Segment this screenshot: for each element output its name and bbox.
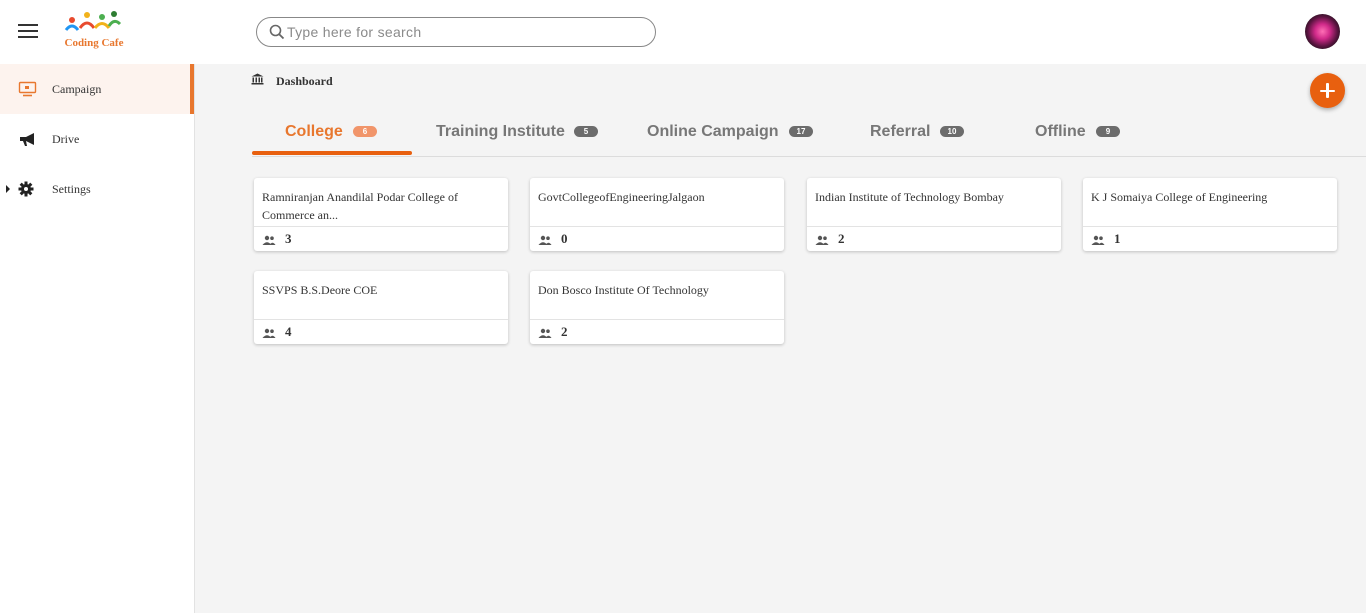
divider — [1083, 226, 1337, 227]
member-count: 4 — [285, 324, 292, 339]
count-badge: 10 — [940, 126, 964, 137]
member-count: 1 — [1114, 231, 1121, 246]
divider — [254, 226, 508, 227]
tab-label: Referral — [870, 123, 931, 140]
caret-right-icon[interactable] — [6, 185, 10, 193]
college-name: GovtCollegeofEngineeringJalgaon — [538, 190, 705, 204]
tab-label: College — [285, 123, 343, 140]
college-name: Indian Institute of Technology Bombay — [815, 190, 1004, 204]
logo-text: Coding Cafe — [64, 37, 124, 49]
college-name: SSVPS B.S.Deore COE — [262, 283, 378, 297]
college-card[interactable]: GovtCollegeofEngineeringJalgaon 0 — [530, 178, 784, 251]
monitor-icon — [18, 81, 37, 97]
divider — [530, 319, 784, 320]
count-badge: 5 — [574, 126, 598, 137]
menu-icon[interactable] — [18, 24, 38, 40]
sidebar-item-drive[interactable]: Drive — [0, 114, 194, 164]
tab-label: Training Institute — [436, 123, 565, 140]
tab-training-institute[interactable]: Training Institute 5 — [422, 108, 612, 156]
college-card[interactable]: Don Bosco Institute Of Technology 2 — [530, 271, 784, 344]
logo-mark-icon — [64, 11, 122, 31]
college-card[interactable]: Ramniranjan Anandilal Podar College of C… — [254, 178, 508, 251]
search-box[interactable] — [256, 17, 656, 47]
people-icon — [538, 235, 552, 245]
megaphone-icon — [20, 133, 34, 146]
count-badge: 6 — [353, 126, 377, 137]
people-icon — [815, 235, 829, 245]
active-tab-indicator — [252, 151, 412, 155]
breadcrumb-label[interactable]: Dashboard — [276, 74, 333, 89]
college-card[interactable]: K J Somaiya College of Engineering 1 — [1083, 178, 1337, 251]
sidebar-item-label: Drive — [52, 132, 80, 146]
people-icon — [262, 235, 276, 245]
search-input[interactable] — [287, 22, 647, 42]
bank-icon — [251, 73, 264, 85]
sidebar-item-settings[interactable]: Settings — [0, 164, 194, 214]
people-icon — [262, 328, 276, 338]
member-count: 2 — [561, 324, 568, 339]
divider — [530, 226, 784, 227]
tab-bar: College 6 Training Institute 5 Online Ca… — [252, 108, 1366, 157]
member-count: 2 — [838, 231, 845, 246]
college-card[interactable]: SSVPS B.S.Deore COE 4 — [254, 271, 508, 344]
tab-offline[interactable]: Offline 9 — [1022, 108, 1132, 156]
count-badge: 9 — [1096, 126, 1120, 137]
top-app-bar: Coding Cafe — [0, 0, 1366, 64]
divider — [254, 319, 508, 320]
sidebar-item-label: Settings — [52, 182, 91, 196]
tab-label: Online Campaign — [647, 123, 779, 140]
user-avatar[interactable] — [1305, 14, 1340, 49]
divider — [807, 226, 1061, 227]
college-name: Don Bosco Institute Of Technology — [538, 283, 709, 297]
college-name: Ramniranjan Anandilal Podar College of C… — [262, 190, 458, 222]
tab-referral[interactable]: Referral 10 — [852, 108, 982, 156]
sidebar-item-label: Campaign — [52, 82, 102, 96]
add-button[interactable] — [1310, 73, 1345, 108]
member-count: 0 — [561, 231, 568, 246]
people-icon — [538, 328, 552, 338]
tab-college[interactable]: College 6 — [252, 108, 412, 156]
college-card[interactable]: Indian Institute of Technology Bombay 2 — [807, 178, 1061, 251]
people-icon — [1091, 235, 1105, 245]
member-count: 3 — [285, 231, 292, 246]
tab-label: Offline — [1035, 123, 1086, 140]
gear-icon — [18, 181, 34, 197]
sidebar-item-campaign[interactable]: Campaign — [0, 64, 194, 114]
tab-online-campaign[interactable]: Online Campaign 17 — [632, 108, 822, 156]
search-icon[interactable] — [269, 24, 285, 40]
count-badge: 17 — [789, 126, 813, 137]
college-name: K J Somaiya College of Engineering — [1091, 190, 1268, 204]
sidebar: Campaign Drive Settings — [0, 64, 195, 613]
coding-cafe-logo[interactable]: Coding Cafe — [62, 10, 126, 52]
